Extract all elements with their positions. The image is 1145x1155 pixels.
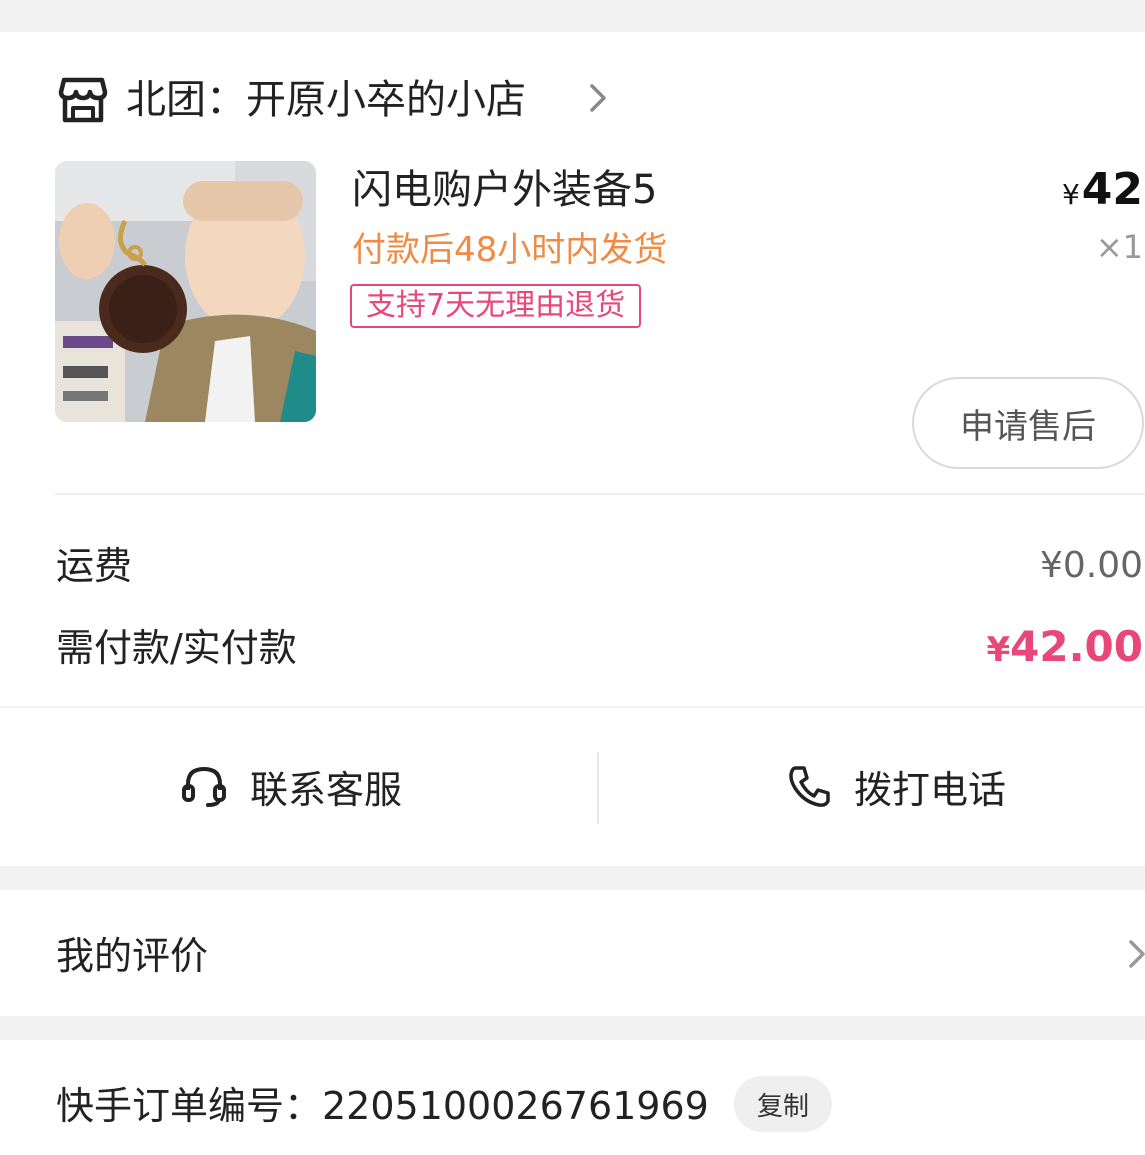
order-card: 北团：开原小卒的小店 闪电购户外装备5 付款后48小时内发货 支持7天无理由退货… (0, 32, 1145, 706)
shop-name[interactable]: 北团：开原小卒的小店 (126, 72, 526, 128)
after-sale-button[interactable]: 申请售后 (912, 377, 1144, 469)
my-review-label[interactable]: 我的评价 (56, 930, 208, 982)
total-currency: ¥ (986, 630, 1011, 670)
copy-button[interactable]: 复制 (734, 1076, 832, 1132)
shipping-note: 付款后48小时内发货 (352, 230, 668, 270)
call-phone-button[interactable]: 拨打电话 (786, 746, 1006, 826)
product-photo-illustration (55, 161, 316, 422)
contact-service-button[interactable]: 联系客服 (180, 746, 402, 826)
return-policy-text: 支持7天无理由退货 (366, 288, 626, 323)
product-price: ¥42 (1062, 160, 1143, 229)
product-title[interactable]: 闪电购户外装备5 (352, 162, 657, 218)
return-policy-tag: 支持7天无理由退货 (350, 284, 642, 328)
divider (597, 752, 599, 824)
chevron-right-icon[interactable] (1126, 936, 1145, 972)
product-quantity: ×1 (1095, 228, 1143, 266)
shipping-fee-label: 运费 (56, 544, 133, 588)
contact-card: 联系客服 拨打电话 (0, 708, 1145, 866)
product-image[interactable] (55, 161, 316, 422)
currency-symbol: ¥ (1061, 178, 1080, 211)
total-amount: 42.00 (1010, 622, 1143, 671)
phone-icon (789, 766, 830, 807)
divider (55, 493, 1145, 495)
price-value: 42 (1081, 164, 1143, 215)
order-number: 快手订单编号：2205100026761969 (56, 1084, 709, 1128)
contact-service-label: 联系客服 (250, 767, 403, 812)
shop-icon (58, 77, 108, 123)
review-row[interactable]: 我的评价 (0, 890, 1145, 1016)
call-phone-label: 拨打电话 (854, 767, 1007, 812)
order-number-card: 快手订单编号：2205100026761969 复制 (0, 1040, 1145, 1155)
shipping-fee-value: ¥0.00 (1039, 545, 1143, 586)
headset-icon (182, 766, 226, 807)
chevron-right-icon[interactable] (586, 80, 610, 116)
total-payment-value: ¥42.00 (986, 618, 1143, 685)
total-payment-label: 需付款/实付款 (56, 626, 297, 670)
